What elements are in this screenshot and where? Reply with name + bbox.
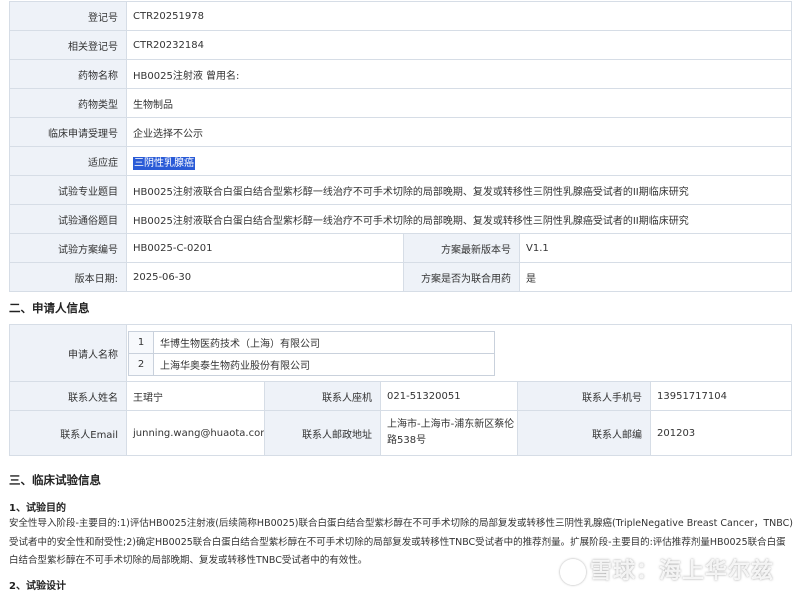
drug-name-label: 药物名称 [9,59,127,89]
contact-mobile-value: 13951717104 [649,381,793,411]
pro-title-value: HB0025注射液联合白蛋白结合型紫杉醇一线治疗不可手术切除的局部晚期、复发或转… [125,175,793,205]
protocol-no-value: HB0025-C-0201 [126,233,404,263]
watermark: 雪球：海上华尔兹 [560,553,774,585]
applicant-table: 申请人名称 1 华博生物医药技术（上海）有限公司 2 上海华奥泰生物药业股份有限… [9,324,793,456]
contact-mobile-label: 联系人手机号 [517,381,651,411]
combo-label: 方案是否为联合用药 [403,262,520,292]
applicant-names-list: 1 华博生物医药技术（上海）有限公司 2 上海华奥泰生物药业股份有限公司 [128,330,495,376]
contact-zip-label: 联系人邮编 [517,410,651,456]
applicant-num: 2 [128,352,154,376]
contact-address-value: 上海市-上海市-浦东新区蔡伦 路538号 [380,410,518,456]
accept-no-label: 临床申请受理号 [9,117,127,147]
list-item: 1 华博生物医药技术（上海）有限公司 [128,330,495,354]
drug-type-label: 药物类型 [9,88,127,118]
basic-info-table: 登记号 CTR20251978 相关登记号 CTR20232184 药物名称 H… [9,1,793,292]
address-line-1: 上海市-上海市-浦东新区蔡伦 [387,419,515,430]
watermark-text: 雪球：海上华尔兹 [590,559,775,584]
contact-phone-value: 021-51320051 [380,381,518,411]
version-date-label: 版本日期: [9,262,127,292]
reg-no-value: CTR20251978 [125,1,793,31]
address-line-2: 路538号 [387,435,427,446]
snowball-logo-icon [560,559,586,585]
pro-title-label: 试验专业题目 [9,175,127,205]
indication-value-highlighted[interactable]: 三阴性乳腺癌 [133,156,195,170]
purpose-title: 1、试验目的 [9,503,66,514]
contact-name-value: 王珺宁 [126,381,265,411]
pop-title-label: 试验通俗题目 [9,204,127,234]
applicant-names-cell: 1 华博生物医药技术（上海）有限公司 2 上海华奥泰生物药业股份有限公司 [125,324,793,382]
pop-title-value: HB0025注射液联合白蛋白结合型紫杉醇一线治疗不可手术切除的局部晚期、复发或转… [125,204,793,234]
reg-no-label: 登记号 [9,1,127,31]
version-date-value: 2025-06-30 [126,262,404,292]
version-label: 方案最新版本号 [403,233,520,263]
design-title: 2、试验设计 [9,581,66,592]
protocol-no-label: 试验方案编号 [9,233,127,263]
applicant-name-label: 申请人名称 [9,324,127,382]
contact-address-label: 联系人邮政地址 [264,410,381,456]
related-reg-label: 相关登记号 [9,30,127,60]
accept-no-value: 企业选择不公示 [125,117,793,147]
version-value: V1.1 [518,233,793,263]
drug-type-value: 生物制品 [125,88,793,118]
trial-section-title: 三、临床试验信息 [9,473,101,487]
combo-value: 是 [518,262,793,292]
related-reg-value: CTR20232184 [125,30,793,60]
contact-phone-label: 联系人座机 [264,381,381,411]
applicant-name: 上海华奥泰生物药业股份有限公司 [153,352,495,376]
contact-zip-value: 201203 [649,410,793,456]
list-item: 2 上海华奥泰生物药业股份有限公司 [128,352,495,376]
indication-label: 适应症 [9,146,127,176]
applicant-num: 1 [128,330,154,354]
indication-cell: 三阴性乳腺癌 [125,146,793,176]
contact-email-value: junning.wang@huaota.com [126,410,265,456]
contact-email-label: 联系人Email [9,410,127,456]
contact-name-label: 联系人姓名 [9,381,127,411]
applicant-name: 华博生物医药技术（上海）有限公司 [153,330,495,354]
drug-name-value: HB0025注射液 曾用名: [125,59,793,89]
applicant-section-title: 二、申请人信息 [9,301,90,315]
